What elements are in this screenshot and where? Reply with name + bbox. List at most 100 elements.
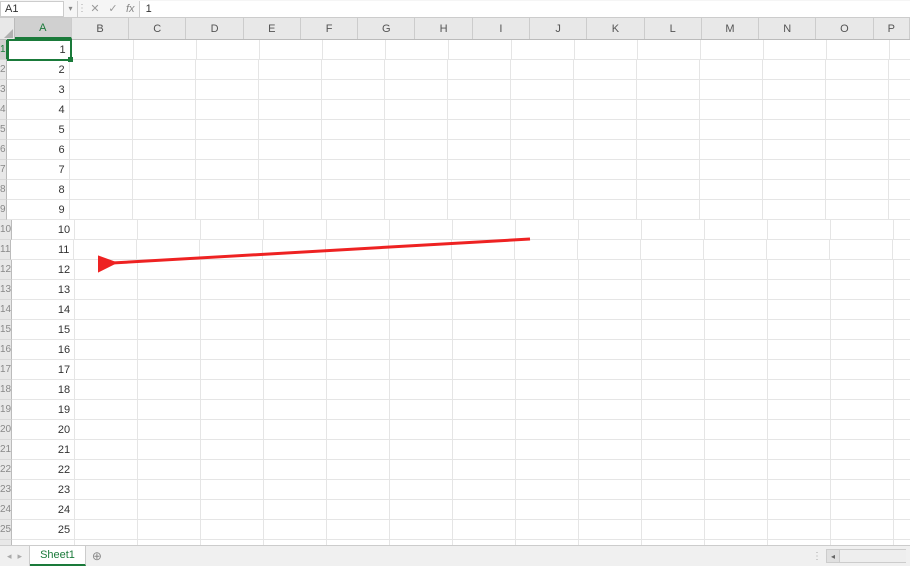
cell-L19[interactable] [705,400,768,420]
cell-O10[interactable] [894,220,910,240]
cell-E20[interactable] [264,420,327,440]
cell-B8[interactable] [70,180,133,200]
cell-M16[interactable] [768,340,831,360]
cell-N14[interactable] [831,300,894,320]
cell-J7[interactable] [574,160,637,180]
cell-F12[interactable] [327,260,390,280]
select-all-triangle[interactable] [0,18,15,39]
cell-J1[interactable] [575,40,638,60]
cell-I22[interactable] [516,460,579,480]
cell-O9[interactable] [889,200,910,220]
cell-J5[interactable] [574,120,637,140]
cell-N24[interactable] [831,500,894,520]
cell-H9[interactable] [448,200,511,220]
cell-H12[interactable] [453,260,516,280]
cell-C22[interactable] [138,460,201,480]
cell-A17[interactable]: 17 [12,360,75,380]
cell-D22[interactable] [201,460,264,480]
cell-N4[interactable] [826,100,889,120]
cell-D19[interactable] [201,400,264,420]
cell-A24[interactable]: 24 [12,500,75,520]
cell-F18[interactable] [327,380,390,400]
cell-N16[interactable] [831,340,894,360]
cell-E23[interactable] [264,480,327,500]
cell-A10[interactable]: 10 [12,220,75,240]
cell-A5[interactable]: 5 [7,120,70,140]
cell-H15[interactable] [453,320,516,340]
cell-D8[interactable] [196,180,259,200]
cell-F7[interactable] [322,160,385,180]
cell-D23[interactable] [201,480,264,500]
cell-D6[interactable] [196,140,259,160]
cell-C6[interactable] [133,140,196,160]
cell-O18[interactable] [894,380,910,400]
cell-M14[interactable] [768,300,831,320]
cell-I14[interactable] [516,300,579,320]
cell-B13[interactable] [75,280,138,300]
cell-L10[interactable] [705,220,768,240]
column-header-P[interactable]: P [874,18,910,39]
cell-I11[interactable] [515,240,578,260]
cell-E11[interactable] [263,240,326,260]
cell-H14[interactable] [453,300,516,320]
cell-B7[interactable] [70,160,133,180]
cell-H13[interactable] [453,280,516,300]
cell-O3[interactable] [889,80,910,100]
column-header-M[interactable]: M [702,18,759,39]
cell-G13[interactable] [390,280,453,300]
cell-K17[interactable] [642,360,705,380]
cell-M6[interactable] [763,140,826,160]
cell-K7[interactable] [637,160,700,180]
column-header-O[interactable]: O [816,18,873,39]
cell-M23[interactable] [768,480,831,500]
cell-L16[interactable] [705,340,768,360]
cell-A1[interactable]: 1 [8,40,71,60]
cell-O4[interactable] [889,100,910,120]
cell-K16[interactable] [642,340,705,360]
row-header-21[interactable]: 21 [0,440,12,460]
cell-E3[interactable] [259,80,322,100]
cell-E18[interactable] [264,380,327,400]
cell-N25[interactable] [831,520,894,540]
cell-K25[interactable] [642,520,705,540]
cell-N9[interactable] [826,200,889,220]
cell-O11[interactable] [893,240,910,260]
cell-H16[interactable] [453,340,516,360]
cell-F20[interactable] [327,420,390,440]
cell-J25[interactable] [579,520,642,540]
cell-I2[interactable] [511,60,574,80]
cell-D5[interactable] [196,120,259,140]
cell-I3[interactable] [511,80,574,100]
cell-B18[interactable] [75,380,138,400]
cell-M22[interactable] [768,460,831,480]
cell-C1[interactable] [134,40,197,60]
cell-I24[interactable] [516,500,579,520]
cell-O23[interactable] [894,480,910,500]
cell-E13[interactable] [264,280,327,300]
cell-B1[interactable] [71,40,134,60]
cell-D21[interactable] [201,440,264,460]
cell-J19[interactable] [579,400,642,420]
cell-M19[interactable] [768,400,831,420]
cell-O24[interactable] [894,500,910,520]
cell-L21[interactable] [705,440,768,460]
cell-C17[interactable] [138,360,201,380]
cell-G6[interactable] [385,140,448,160]
cell-K13[interactable] [642,280,705,300]
column-header-G[interactable]: G [358,18,415,39]
cell-C13[interactable] [138,280,201,300]
cell-K11[interactable] [641,240,704,260]
cell-H7[interactable] [448,160,511,180]
column-header-F[interactable]: F [301,18,358,39]
cell-L7[interactable] [700,160,763,180]
cell-H6[interactable] [448,140,511,160]
cell-O8[interactable] [889,180,910,200]
cell-K21[interactable] [642,440,705,460]
cell-N20[interactable] [831,420,894,440]
cell-M9[interactable] [763,200,826,220]
cell-D13[interactable] [201,280,264,300]
cell-F15[interactable] [327,320,390,340]
cell-D15[interactable] [201,320,264,340]
cell-B5[interactable] [70,120,133,140]
column-header-J[interactable]: J [530,18,587,39]
